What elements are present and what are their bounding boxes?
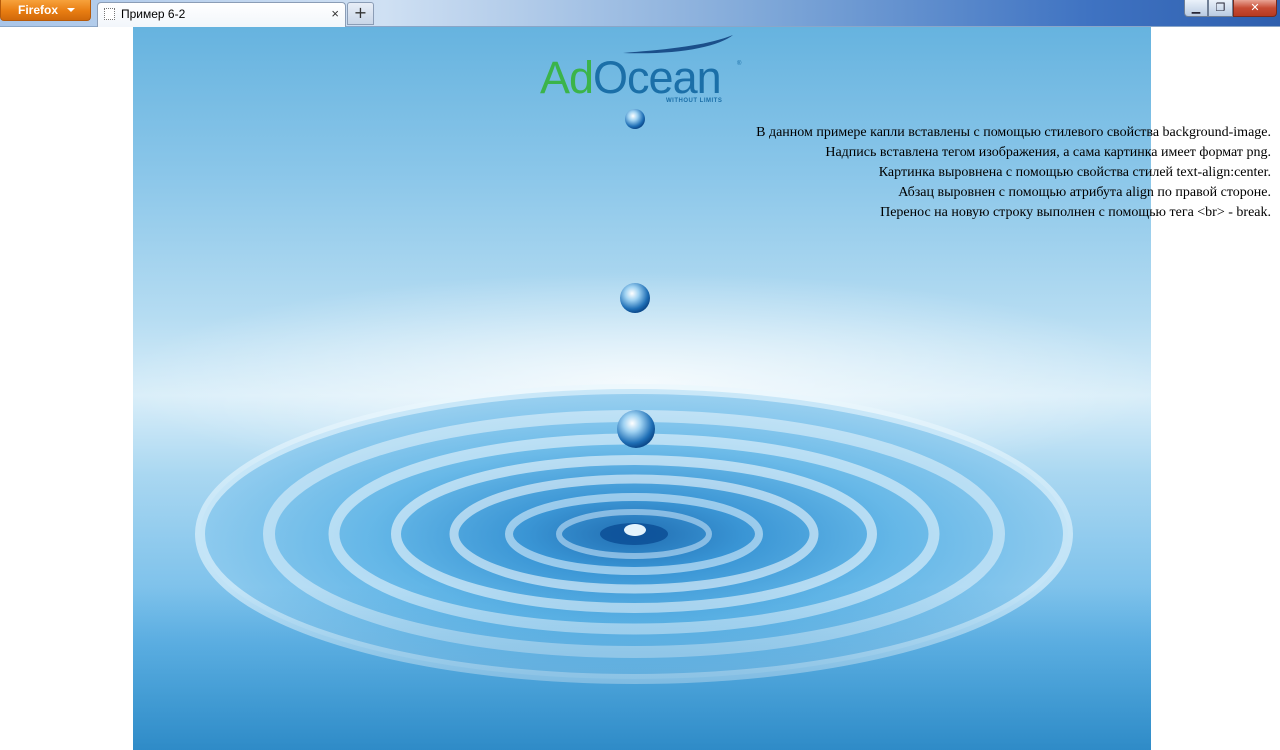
logo-tagline: WITHOUT LIMITS [666, 98, 723, 104]
page-favicon-icon [104, 8, 115, 20]
new-tab-button[interactable]: + [347, 2, 374, 25]
logo-text-ad: Ad [540, 52, 594, 103]
tab-title: Пример 6-2 [121, 7, 186, 21]
firefox-menu-label: Firefox [18, 3, 59, 17]
page-viewport: AdOcean ® WITHOUT LIMITS В данном пример… [0, 27, 1280, 750]
logo-wordmark: AdOcean [540, 52, 722, 104]
window-close-button[interactable]: ✕ [1233, 0, 1277, 17]
dropdown-caret-icon [67, 8, 75, 12]
paragraph-line: Абзац выровнен с помощью атрибута align … [898, 185, 1271, 200]
window-minimize-button[interactable]: ▁ [1184, 0, 1208, 17]
paragraph-line: Перенос на новую строку выполнен с помощ… [880, 205, 1271, 220]
paragraph-line: Картинка выровнена с помощью свойства ст… [878, 165, 1271, 180]
logo-swoosh [623, 35, 733, 54]
logo-text-ocean: Ocean [593, 52, 722, 103]
browser-titlebar: Firefox Пример 6-2 × + ▁ ❐ ✕ [0, 0, 1280, 27]
browser-tab-active[interactable]: Пример 6-2 × [97, 2, 346, 27]
adocean-logo: AdOcean ® WITHOUT LIMITS [540, 52, 750, 132]
splash-droplet [624, 524, 646, 536]
water-drop-large [617, 410, 655, 448]
description-paragraph: В данном примере капли вставлены с помощ… [756, 123, 1271, 223]
bottom-water-shade [133, 587, 1151, 750]
firefox-menu-button[interactable]: Firefox [0, 0, 91, 21]
water-drop-medium [620, 283, 650, 313]
paragraph-line: В данном примере капли вставлены с помощ… [756, 125, 1271, 140]
tab-close-icon[interactable]: × [331, 6, 339, 21]
logo-registered-mark: ® [737, 61, 742, 67]
window-restore-button[interactable]: ❐ [1208, 0, 1233, 17]
paragraph-line: Надпись вставлена тегом изображения, а с… [825, 145, 1271, 160]
